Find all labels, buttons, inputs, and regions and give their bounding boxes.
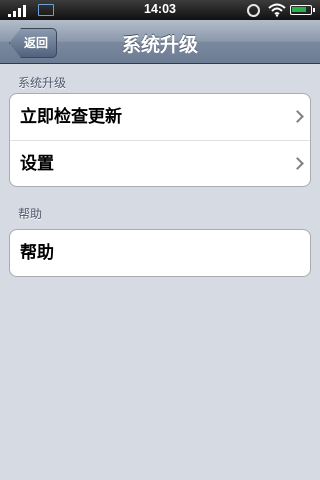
settings-label: 设置 xyxy=(20,154,54,174)
check-update-label: 立即检查更新 xyxy=(20,107,122,127)
section-header-help: 帮助 xyxy=(18,207,43,221)
settings-group-system-upgrade: 立即检查更新 设置 xyxy=(9,93,311,187)
chevron-right-icon xyxy=(291,110,304,123)
wifi-icon xyxy=(268,3,286,17)
alarm-icon xyxy=(247,4,260,17)
help-row[interactable]: 帮助 xyxy=(10,230,310,276)
settings-row[interactable]: 设置 xyxy=(10,140,310,186)
section-header-system-upgrade: 系统升级 xyxy=(18,76,67,90)
page-title: 系统升级 xyxy=(121,34,198,56)
status-bar: 14:03 xyxy=(0,0,320,20)
settings-group-help: 帮助 xyxy=(9,229,311,277)
chevron-right-icon xyxy=(291,157,304,170)
help-label: 帮助 xyxy=(20,243,54,263)
check-update-row[interactable]: 立即检查更新 xyxy=(10,94,310,140)
battery-level-fill xyxy=(292,7,307,12)
navigation-bar: 返回 系统升级 xyxy=(0,20,320,64)
battery-icon xyxy=(290,5,315,15)
